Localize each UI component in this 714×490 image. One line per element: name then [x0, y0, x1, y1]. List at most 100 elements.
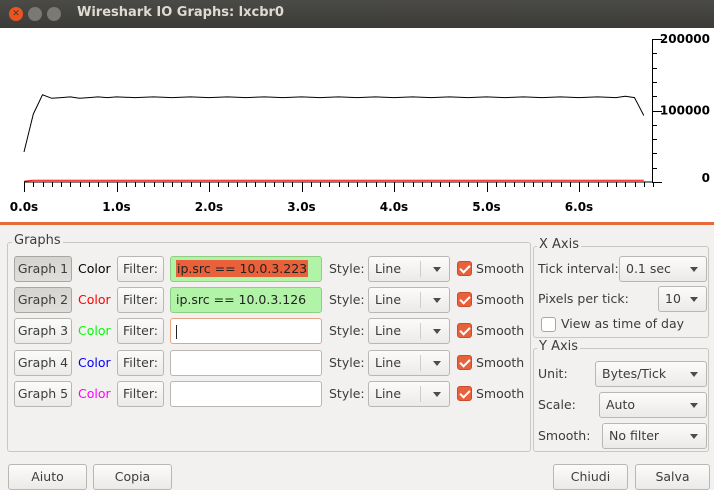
filter-text: ip.src == 10.0.3.126	[176, 292, 307, 307]
graph-4-filter-input[interactable]	[170, 350, 322, 376]
smooth-filter-select[interactable]: No filter	[602, 423, 707, 449]
chevron-down-icon	[690, 372, 698, 377]
tick-interval-label: Tick interval:	[538, 261, 619, 276]
graph-3-style-label: Style:	[329, 323, 365, 338]
graph-3-button[interactable]: Graph 3	[14, 318, 72, 344]
graph-5-color-label[interactable]: Color	[78, 381, 111, 407]
chevron-down-icon	[433, 361, 441, 366]
smooth-filter-label: Smooth:	[538, 428, 591, 443]
series-line-1	[23, 94, 645, 153]
graph-3-color-label[interactable]: Color	[78, 318, 111, 344]
graph-4-button[interactable]: Graph 4	[14, 350, 72, 376]
graph-2-filter-button[interactable]: Filter:	[117, 287, 164, 313]
graph-1-smooth-label[interactable]: Smooth	[476, 256, 524, 282]
chevron-down-icon	[690, 267, 698, 272]
x-tick-label: 2.0s	[195, 200, 223, 214]
combo-separator	[420, 292, 421, 308]
scale-value: Auto	[606, 397, 636, 412]
graph-2-style-value: Line	[375, 292, 402, 307]
chevron-down-icon	[433, 267, 441, 272]
scale-select[interactable]: Auto	[599, 392, 707, 418]
graph-4-filter-button[interactable]: Filter:	[117, 350, 164, 376]
chevron-down-icon	[433, 298, 441, 303]
graph-5-style-value: Line	[375, 386, 402, 401]
pane-divider[interactable]	[0, 222, 714, 225]
graph-1-style-value: Line	[375, 261, 402, 276]
graph-3-smooth-checkbox[interactable]	[457, 323, 472, 338]
graph-2-smooth-checkbox[interactable]	[457, 292, 472, 307]
minimize-window-button[interactable]	[28, 7, 42, 21]
y-tick-label: 200000	[660, 32, 710, 46]
y-tick-label: 0	[702, 171, 710, 185]
x-tick-label: 3.0s	[287, 200, 315, 214]
graph-3-smooth-label[interactable]: Smooth	[476, 318, 524, 344]
graph-5-style-select[interactable]: Line	[368, 381, 450, 407]
graph-4-color-label[interactable]: Color	[78, 350, 111, 376]
graph-2-filter-input[interactable]: ip.src == 10.0.3.126	[170, 287, 322, 313]
graph-5-button[interactable]: Graph 5	[14, 381, 72, 407]
pixels-per-tick-value: 10	[665, 291, 681, 306]
combo-separator	[420, 355, 421, 371]
graph-1-style-select[interactable]: Line	[368, 256, 450, 282]
view-as-time-of-day-checkbox[interactable]	[541, 317, 556, 332]
graph-4-style-label: Style:	[329, 355, 365, 370]
copy-button[interactable]: Copia	[93, 464, 172, 490]
graph-3-filter-button[interactable]: Filter:	[117, 318, 164, 344]
graph-4-smooth-checkbox[interactable]	[457, 355, 472, 370]
graph-4-smooth-label[interactable]: Smooth	[476, 350, 524, 376]
graph-1-button[interactable]: Graph 1	[14, 256, 72, 282]
close-button[interactable]: Chiudi	[553, 464, 628, 490]
graph-2-smooth-label[interactable]: Smooth	[476, 287, 524, 313]
x-tick-label: 6.0s	[565, 200, 593, 214]
x-tick-label: 1.0s	[102, 200, 130, 214]
graphs-group-title: Graphs	[12, 233, 63, 248]
unit-select[interactable]: Bytes/Tick	[595, 361, 707, 387]
chevron-down-icon	[690, 434, 698, 439]
x-axis-group-title: X Axis	[537, 237, 582, 252]
scale-label: Scale:	[538, 397, 576, 412]
pixels-per-tick-select[interactable]: 10	[658, 286, 707, 312]
graph-1-filter-input[interactable]: ip.src == 10.0.3.223	[170, 256, 322, 282]
maximize-window-button[interactable]	[47, 7, 61, 21]
graph-5-smooth-label[interactable]: Smooth	[476, 381, 524, 407]
graph-2-color-label[interactable]: Color	[78, 287, 111, 313]
graph-2-style-select[interactable]: Line	[368, 287, 450, 313]
tick-interval-value: 0.1 sec	[626, 261, 671, 276]
chevron-down-icon	[433, 329, 441, 334]
unit-value: Bytes/Tick	[602, 366, 667, 381]
view-as-time-of-day-label[interactable]: View as time of day	[561, 311, 684, 337]
graph-2-button[interactable]: Graph 2	[14, 287, 72, 313]
filter-text-selected: ip.src == 10.0.3.223	[176, 260, 309, 277]
graph-3-filter-input[interactable]	[170, 318, 322, 344]
series-line-2	[23, 179, 644, 182]
help-button[interactable]: Aiuto	[8, 464, 87, 490]
y-tick-label: 100000	[660, 104, 710, 118]
io-graph-chart: 0.0s 1.0s 2.0s 3.0s 4.0s 5.0s 6.0s 0 100000 20000…	[10, 32, 710, 214]
title-bar: ✕ Wireshark IO Graphs: lxcbr0	[0, 0, 714, 28]
graph-3-style-select[interactable]: Line	[368, 318, 450, 344]
graph-5-filter-input[interactable]	[170, 381, 322, 407]
y-axis-group-title: Y Axis	[537, 339, 581, 354]
graph-1-style-label: Style:	[329, 261, 365, 276]
text-cursor	[176, 324, 177, 339]
chevron-down-icon	[433, 392, 441, 397]
graph-2-style-label: Style:	[329, 292, 365, 307]
window-title: Wireshark IO Graphs: lxcbr0	[77, 5, 284, 20]
tick-interval-select[interactable]: 0.1 sec	[619, 256, 707, 282]
combo-separator	[420, 323, 421, 339]
graph-5-filter-button[interactable]: Filter:	[117, 381, 164, 407]
graph-1-filter-button[interactable]: Filter:	[117, 256, 164, 282]
graph-4-style-select[interactable]: Line	[368, 350, 450, 376]
x-tick-label: 0.0s	[10, 200, 38, 214]
graph-1-color-label[interactable]: Color	[78, 256, 111, 282]
graph-4-style-value: Line	[375, 355, 402, 370]
unit-label: Unit:	[538, 366, 568, 381]
combo-separator	[420, 386, 421, 402]
graph-5-style-label: Style:	[329, 386, 365, 401]
close-window-button[interactable]: ✕	[9, 7, 23, 21]
chevron-down-icon	[690, 403, 698, 408]
save-button[interactable]: Salva	[635, 464, 710, 490]
graph-1-smooth-checkbox[interactable]	[457, 261, 472, 276]
graph-3-style-value: Line	[375, 323, 402, 338]
graph-5-smooth-checkbox[interactable]	[457, 386, 472, 401]
